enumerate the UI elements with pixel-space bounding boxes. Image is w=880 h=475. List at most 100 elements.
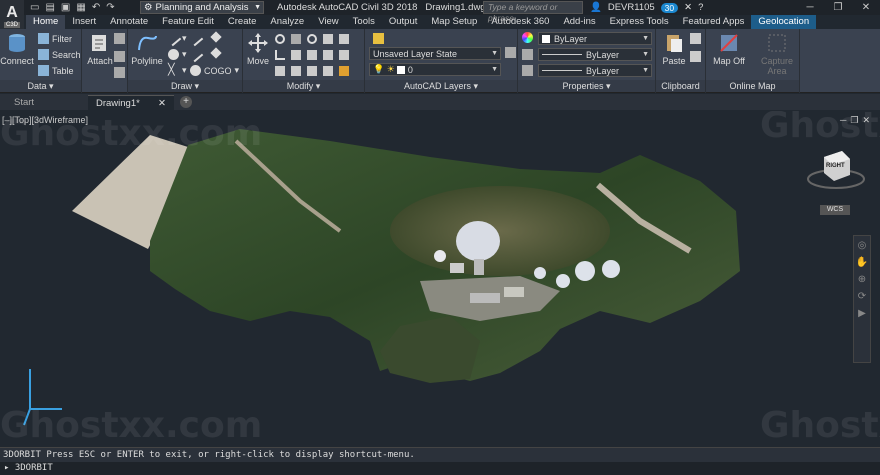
- panel-properties-title[interactable]: Properties ▾: [518, 80, 655, 92]
- tab-view[interactable]: View: [311, 15, 345, 29]
- search-input[interactable]: Type a keyword or phrase: [483, 1, 583, 23]
- line-icon[interactable]: ▾: [165, 30, 187, 47]
- offset-icon[interactable]: [291, 66, 301, 76]
- tab-autodesk-360[interactable]: Autodesk 360: [484, 15, 556, 29]
- line-icon-2[interactable]: [187, 30, 204, 47]
- search-button[interactable]: Search: [38, 49, 81, 60]
- tab-add-ins[interactable]: Add-ins: [556, 15, 602, 29]
- capture-area-button[interactable]: Capture Area: [758, 32, 796, 76]
- filter-icon-small[interactable]: [114, 33, 125, 44]
- chamfer-icon[interactable]: [323, 66, 333, 76]
- stretch-icon[interactable]: [291, 50, 301, 60]
- trim-icon[interactable]: [291, 34, 301, 44]
- attach-button[interactable]: Attach: [85, 32, 115, 66]
- funnel-icon[interactable]: [114, 51, 125, 62]
- diamond-icon[interactable]: [210, 47, 222, 59]
- tab-feature-edit[interactable]: Feature Edit: [155, 15, 221, 29]
- join-icon[interactable]: [339, 50, 349, 60]
- panel-draw-title[interactable]: Draw ▾: [128, 80, 242, 92]
- panel-layers-title[interactable]: AutoCAD Layers ▾: [365, 80, 517, 92]
- layer-tool-icon[interactable]: [505, 47, 516, 58]
- close-icon[interactable]: ✕: [158, 96, 166, 111]
- current-layer-select[interactable]: 💡 ☀ 0 ▼: [369, 63, 501, 76]
- tab-map-setup[interactable]: Map Setup: [424, 15, 484, 29]
- tab-output[interactable]: Output: [382, 15, 425, 29]
- array-icon[interactable]: [323, 50, 333, 60]
- table-label: Table: [52, 65, 74, 76]
- tab-analyze[interactable]: Analyze: [263, 15, 311, 29]
- lineweight-select[interactable]: ByLayer ▼: [538, 64, 652, 77]
- fillet-icon[interactable]: [275, 50, 285, 60]
- mirror-icon[interactable]: [339, 34, 349, 44]
- color-select[interactable]: ByLayer ▼: [538, 32, 652, 45]
- tab-geolocation[interactable]: Geolocation: [751, 15, 817, 29]
- exchange-icon[interactable]: ✕: [684, 2, 692, 13]
- new-tab-button[interactable]: +: [180, 96, 192, 108]
- command-input[interactable]: ▸ 3DORBIT: [0, 462, 880, 475]
- open-icon[interactable]: ▤: [45, 2, 54, 13]
- data-icon[interactable]: [114, 67, 125, 78]
- polyline-button[interactable]: Polyline: [131, 32, 163, 66]
- map-off-button[interactable]: Map Off: [710, 32, 748, 66]
- panel-data-title[interactable]: Data ▾: [0, 80, 81, 92]
- new-icon[interactable]: ▭: [30, 2, 39, 13]
- table-button[interactable]: Table: [38, 65, 74, 76]
- layer-properties-button[interactable]: [373, 33, 384, 44]
- filter-button[interactable]: Filter: [38, 33, 72, 44]
- explode-icon[interactable]: [275, 66, 285, 76]
- orbit-icon[interactable]: ⟳: [858, 291, 866, 302]
- copy-icon[interactable]: [323, 34, 333, 44]
- draw-line-icon[interactable]: [187, 46, 204, 63]
- erase-icon[interactable]: [307, 34, 317, 44]
- wcs-menu[interactable]: WCS: [820, 205, 850, 215]
- tab-home[interactable]: Home: [26, 15, 66, 29]
- connect-button[interactable]: Connect: [0, 32, 34, 66]
- showmotion-icon[interactable]: ▶: [858, 308, 866, 319]
- maximize-icon[interactable]: ❐: [824, 0, 852, 15]
- close-icon[interactable]: ✕: [852, 0, 880, 15]
- saveas-icon[interactable]: ▦: [76, 2, 85, 13]
- zoom-icon[interactable]: ⊕: [858, 274, 866, 285]
- copy-clip-icon[interactable]: [690, 33, 701, 44]
- tab-create[interactable]: Create: [221, 15, 264, 29]
- user-name[interactable]: DEVR1105: [608, 2, 655, 13]
- minimize-icon[interactable]: ─: [796, 0, 824, 15]
- tab-drawing1[interactable]: Drawing1* ✕: [88, 95, 174, 110]
- redo-icon[interactable]: ↷: [106, 2, 114, 13]
- tab-annotate[interactable]: Annotate: [103, 15, 155, 29]
- match-properties-icon[interactable]: [522, 32, 533, 43]
- tab-express-tools[interactable]: Express Tools: [603, 15, 676, 29]
- save-icon[interactable]: ▣: [61, 2, 70, 13]
- lineweight-icon[interactable]: [522, 65, 533, 76]
- edit-icon[interactable]: [339, 66, 349, 76]
- undo-icon[interactable]: ↶: [92, 2, 100, 13]
- workspace-selector[interactable]: ⚙ Planning and Analysis ▼: [140, 1, 264, 14]
- list-icon[interactable]: [522, 49, 533, 60]
- point-icon[interactable]: [210, 31, 222, 43]
- tab-insert[interactable]: Insert: [65, 15, 103, 29]
- drawing-viewport[interactable]: [–][Top][3dWireframe] ─ ❐ ✕ RIGHT WCS ◎ …: [0, 111, 880, 447]
- linetype-select[interactable]: ByLayer ▼: [538, 48, 652, 61]
- move-button[interactable]: Move: [245, 32, 271, 66]
- user-icon[interactable]: 👤: [590, 2, 602, 13]
- scale-icon[interactable]: [307, 50, 317, 60]
- linetype-value: ByLayer: [586, 49, 620, 60]
- paste-button[interactable]: Paste: [660, 32, 688, 66]
- panel-modify-title[interactable]: Modify ▾: [243, 80, 364, 92]
- cogo-button[interactable]: COGO ▾: [190, 65, 239, 76]
- cross-icon[interactable]: ╳ ▾: [168, 65, 187, 76]
- viewcube-face-label[interactable]: RIGHT: [826, 163, 845, 169]
- notification-badge[interactable]: 30: [660, 2, 679, 13]
- help-icon[interactable]: ?: [698, 2, 703, 13]
- application-menu-button[interactable]: A C3D: [0, 0, 24, 32]
- rotate-icon[interactable]: [275, 34, 285, 44]
- break-icon[interactable]: [307, 66, 317, 76]
- cut-icon[interactable]: [690, 51, 701, 62]
- tab-featured-apps[interactable]: Featured Apps: [676, 15, 752, 29]
- layer-state-select[interactable]: Unsaved Layer State ▼: [369, 47, 501, 60]
- circle-icon[interactable]: ▾: [168, 49, 187, 60]
- tab-start[interactable]: Start: [6, 95, 86, 110]
- pan-icon[interactable]: ✋: [856, 257, 868, 268]
- tab-tools[interactable]: Tools: [346, 15, 382, 29]
- steering-wheel-icon[interactable]: ◎: [858, 240, 867, 251]
